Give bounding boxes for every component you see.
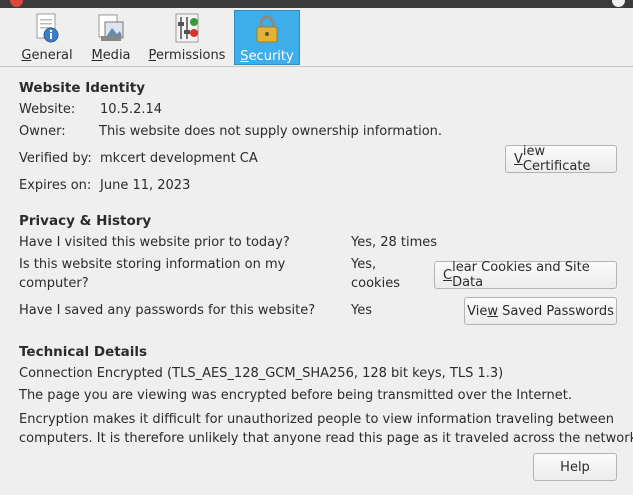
encryption-explanation-line1: Encryption makes it difficult for unauth… — [19, 412, 614, 427]
owner-value: This website does not supply ownership i… — [99, 124, 443, 139]
storing-question-line1: Is this website storing information on m… — [19, 257, 286, 272]
technical-details-heading: Technical Details — [19, 344, 148, 360]
tab-toolbar: General Media Permissions Security — [0, 8, 633, 67]
verified-by-value: mkcert development CA — [100, 151, 258, 166]
view-saved-passwords-button[interactable]: Vie w Saved Passwords — [464, 297, 617, 325]
storing-question-line2: computer? — [19, 276, 89, 291]
saved-passwords-label-pre: Vie — [467, 303, 488, 319]
tab-media-accel: M — [91, 48, 103, 63]
view-certificate-label: iew Certificate — [522, 144, 591, 174]
clear-cookies-accel: C — [443, 267, 453, 283]
media-icon — [98, 14, 124, 41]
clear-cookies-button[interactable]: Clear Cookies and Site Data — [434, 260, 617, 290]
security-panel: Website Identity Website: 10.5.2.14 Owne… — [0, 67, 633, 495]
lock-icon — [256, 15, 278, 43]
transmission-text: The page you are viewing was encrypted b… — [19, 388, 572, 403]
clear-cookies-label: lear Cookies and Site Data — [452, 260, 590, 290]
expires-value: June 11, 2023 — [100, 178, 191, 193]
window-titlebar — [0, 0, 633, 8]
window-control-button[interactable] — [612, 0, 625, 7]
tab-security-accel: S — [240, 49, 249, 64]
passwords-answer: Yes — [351, 303, 372, 318]
expires-label: Expires on: — [19, 178, 92, 193]
storing-answer-line1: Yes, — [351, 257, 377, 272]
tab-media-label: edia — [102, 48, 131, 63]
view-certificate-accel: V — [514, 151, 523, 167]
help-label: Help — [560, 459, 590, 475]
saved-passwords-label-rest: Saved Passwords — [497, 303, 614, 319]
tab-security-label: ecurity — [248, 49, 294, 64]
help-button[interactable]: Help — [533, 453, 617, 481]
tab-general-label: eneral — [31, 48, 73, 63]
owner-label: Owner: — [19, 124, 66, 139]
visited-question: Have I visited this website prior to tod… — [19, 235, 290, 250]
view-certificate-button[interactable]: View Certificate — [505, 144, 617, 174]
tab-general-accel: G — [21, 48, 32, 63]
tab-general[interactable]: General — [18, 10, 76, 65]
visited-answer: Yes, 28 times — [351, 235, 438, 250]
permissions-icon — [175, 13, 199, 43]
encryption-explanation-line2: computers. It is therefore unlikely that… — [19, 431, 633, 446]
tab-permissions-label: ermissions — [155, 48, 226, 63]
website-label: Website: — [19, 102, 76, 117]
privacy-history-heading: Privacy & History — [19, 213, 152, 229]
tab-permissions[interactable]: Permissions — [146, 10, 228, 65]
tab-security[interactable]: Security — [234, 10, 300, 65]
website-identity-heading: Website Identity — [19, 80, 145, 96]
passwords-question: Have I saved any passwords for this webs… — [19, 303, 316, 318]
tab-permissions-accel: P — [148, 48, 156, 63]
storing-answer-line2: cookies — [351, 276, 400, 291]
info-icon — [36, 13, 59, 43]
website-value: 10.5.2.14 — [100, 102, 163, 117]
connection-encrypted-text: Connection Encrypted (TLS_AES_128_GCM_SH… — [19, 366, 504, 381]
saved-passwords-accel: w — [487, 303, 498, 319]
close-window-button[interactable] — [10, 0, 23, 7]
tab-media[interactable]: Media — [86, 10, 136, 65]
verified-by-label: Verified by: — [19, 151, 92, 166]
